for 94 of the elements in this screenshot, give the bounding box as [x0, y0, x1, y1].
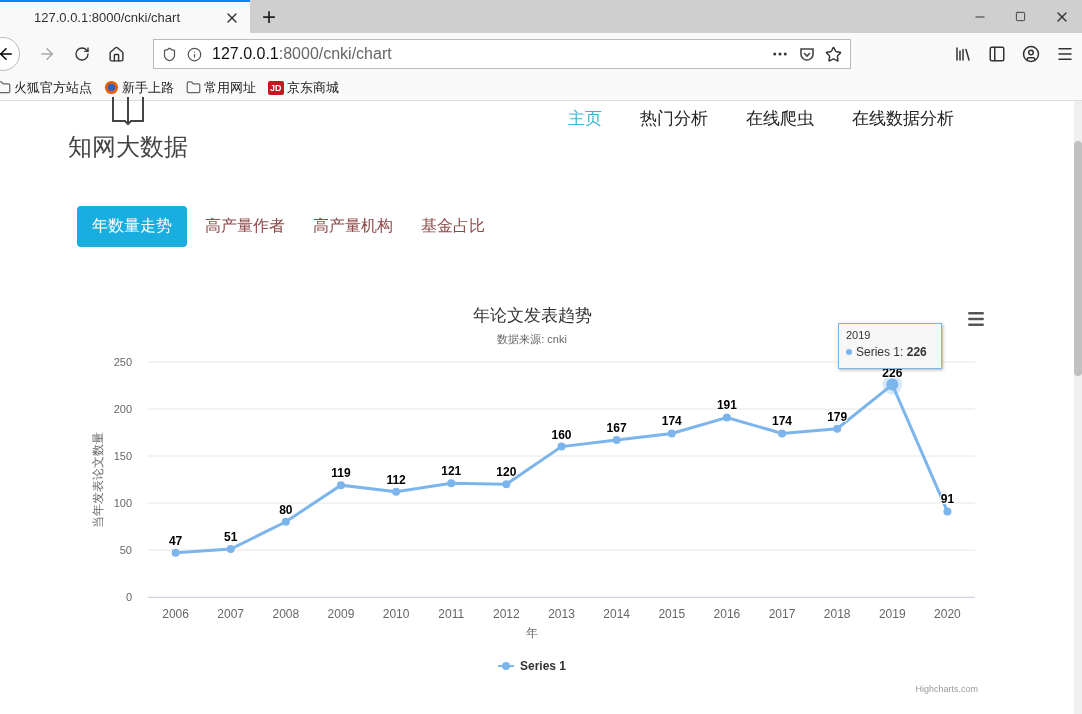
data-point[interactable]	[171, 548, 180, 557]
data-label: 119	[331, 466, 351, 481]
data-label: 174	[772, 414, 793, 429]
axis-label: 250	[113, 356, 132, 368]
jd-badge: JD	[268, 80, 284, 95]
bookmark[interactable]: 火狐官方站点	[0, 78, 92, 97]
axis-label: 200	[113, 403, 132, 415]
reload-icon[interactable]	[74, 46, 90, 62]
star-icon[interactable]	[825, 45, 842, 63]
data-label: 47	[168, 533, 183, 548]
data-label: 80	[279, 502, 293, 517]
globe-icon	[104, 80, 119, 95]
book-icon	[112, 97, 144, 127]
axis-label: 0	[125, 591, 132, 603]
axis-label: 2014	[603, 607, 630, 621]
data-point[interactable]	[667, 429, 676, 438]
chart-tab[interactable]: 基金占比	[421, 206, 485, 247]
data-label: 120	[496, 465, 517, 480]
axis-label: 2016	[713, 607, 741, 621]
data-label: 112	[386, 472, 406, 487]
data-point[interactable]	[612, 436, 621, 444]
new-tab-button[interactable]: +	[250, 0, 288, 33]
address-bar[interactable]: 127.0.0.1:8000/cnki/chart	[153, 39, 851, 69]
shield-icon	[162, 46, 177, 62]
data-point[interactable]	[886, 378, 899, 391]
home-icon[interactable]	[108, 45, 125, 63]
axis-label: 2011	[438, 607, 465, 621]
data-point[interactable]	[943, 507, 952, 516]
axis-label: 2018	[823, 607, 851, 621]
data-label: 179	[827, 409, 848, 424]
data-label: 167	[606, 421, 627, 435]
url-text: 127.0.0.1:8000/cnki/chart	[212, 45, 393, 63]
data-label: 121	[441, 464, 462, 479]
browser-tab[interactable]: 127.0.0.1:8000/cnki/chart	[0, 0, 250, 33]
data-point[interactable]	[833, 424, 842, 433]
data-point[interactable]	[226, 545, 235, 554]
folder-icon	[0, 80, 11, 95]
maximize-icon[interactable]	[1015, 11, 1026, 22]
site-logo[interactable]: 知网大数据	[68, 131, 188, 163]
data-label: 51	[224, 530, 238, 545]
legend-label: Series 1	[520, 659, 567, 673]
data-point[interactable]	[447, 479, 456, 488]
chart-tab[interactable]: 高产量作者	[205, 206, 285, 247]
sidebar-icon[interactable]	[988, 45, 1006, 63]
axis-label: 2007	[217, 607, 245, 621]
data-point[interactable]	[502, 480, 511, 489]
axis-label: 150	[113, 450, 132, 462]
pocket-icon[interactable]	[799, 46, 815, 62]
scrollbar[interactable]	[1074, 101, 1082, 714]
data-point[interactable]	[778, 429, 787, 438]
chart-subtitle: 数据来源: cnki	[497, 333, 567, 345]
axis-label: 2009	[327, 607, 355, 621]
axis-label: 2017	[768, 607, 796, 621]
series-dot	[846, 349, 852, 355]
axis-label: 2019	[878, 607, 906, 621]
library-icon[interactable]	[954, 45, 972, 63]
data-point[interactable]	[722, 413, 731, 422]
axis-label: 2013	[548, 607, 575, 621]
data-point[interactable]	[557, 442, 566, 451]
axis-label: 2006	[162, 607, 189, 621]
axis-label: 2015	[658, 607, 686, 621]
chart-title: 年论文发表趋势	[472, 306, 592, 325]
forward-icon[interactable]	[38, 45, 56, 63]
account-icon[interactable]	[1022, 45, 1040, 63]
chart-tab[interactable]: 高产量机构	[313, 206, 393, 247]
bookmark[interactable]: 新手上路	[104, 78, 174, 97]
nav-link[interactable]: 在线爬虫	[746, 107, 814, 131]
data-label: 91	[940, 492, 955, 507]
folder-icon	[186, 80, 201, 95]
axis-title: 当年发表论文数量	[91, 431, 105, 528]
data-point[interactable]	[281, 517, 290, 526]
tooltip-value: Series 1: 226	[856, 345, 927, 359]
bookmark[interactable]: 常用网址	[186, 78, 256, 97]
data-point[interactable]	[336, 481, 345, 490]
axis-title: 年	[526, 626, 538, 640]
tooltip-header: 2019	[846, 329, 872, 341]
info-icon	[187, 46, 202, 62]
bookmark[interactable]: JD 京东商城	[268, 78, 339, 97]
nav-link[interactable]: 在线数据分析	[852, 107, 954, 131]
menu-icon[interactable]	[1056, 45, 1074, 63]
nav-link[interactable]: 热门分析	[640, 107, 708, 131]
legend-item[interactable]: Series 1	[497, 659, 567, 673]
axis-label: 2020	[934, 607, 961, 621]
axis-label: 100	[113, 497, 132, 509]
menu-icon[interactable]	[966, 309, 986, 329]
data-label: 191	[716, 398, 737, 413]
axis-label: 2012	[493, 607, 520, 621]
axis-label: 50	[119, 544, 132, 556]
axis-label: 2010	[382, 607, 410, 621]
axis-label: 2008	[272, 607, 300, 621]
data-label: 174	[661, 414, 682, 429]
data-point[interactable]	[392, 487, 401, 496]
data-label: 160	[551, 427, 572, 442]
back-icon	[0, 45, 15, 63]
